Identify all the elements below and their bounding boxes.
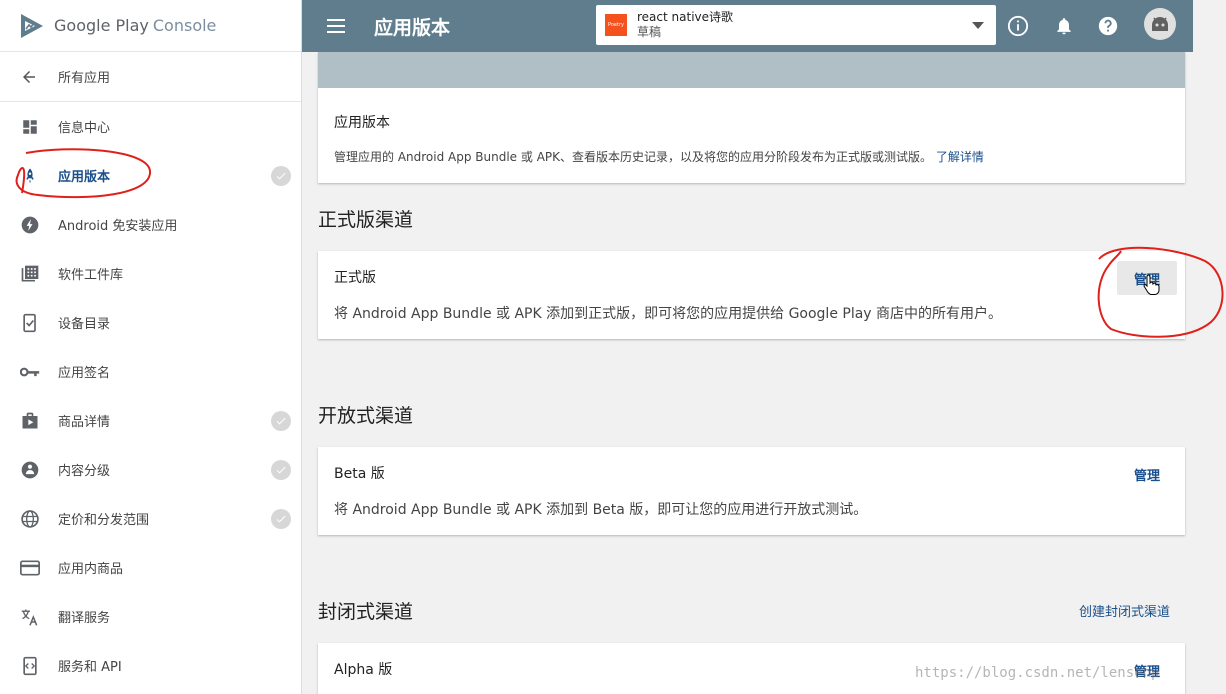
sidebar-item-label: 软件工件库	[58, 268, 124, 283]
sidebar-item-device-catalog[interactable]: 设备目录	[0, 298, 301, 347]
intro-description-text: 管理应用的 Android App Bundle 或 APK、查看版本历史记录，…	[334, 150, 933, 164]
production-track-card: 正式版 将 Android App Bundle 或 APK 添加到正式版，即可…	[318, 251, 1185, 339]
check-icon	[271, 165, 291, 186]
app-selector[interactable]: Poetry react native诗歌 草稿	[596, 5, 996, 45]
create-closed-track-link[interactable]: 创建封闭式渠道	[1079, 601, 1170, 620]
back-label: 所有应用	[58, 71, 111, 86]
sidebar-item-label: 商品详情	[58, 415, 111, 430]
translate-icon	[20, 607, 40, 627]
check-icon	[271, 459, 291, 480]
bolt-icon	[20, 215, 40, 235]
card-icon	[20, 558, 40, 578]
sidebar-item-label: 设备目录	[58, 317, 111, 332]
sidebar-item-label: 内容分级	[58, 464, 111, 479]
help-icon[interactable]	[1095, 13, 1121, 39]
brand-name: Google Play	[54, 16, 149, 35]
sidebar-item-label: 信息中心	[58, 121, 111, 136]
app-selector-text: react native诗歌 草稿	[637, 10, 733, 40]
sidebar-item-label: 应用内商品	[58, 562, 124, 577]
key-icon	[20, 362, 40, 382]
notifications-bell-icon[interactable]	[1051, 13, 1077, 39]
check-icon	[271, 508, 291, 529]
sidebar-item-pricing-distribution[interactable]: 定价和分发范围	[0, 494, 301, 543]
library-icon	[20, 264, 40, 284]
arrow-back-icon	[23, 70, 35, 83]
sidebar-item-in-app-products[interactable]: 应用内商品	[0, 543, 301, 592]
brand[interactable]: Google Play Console	[0, 0, 301, 52]
sidebar-item-label: 应用签名	[58, 366, 111, 381]
sidebar-item-label: 应用版本	[58, 170, 111, 185]
track-description: 将 Android App Bundle 或 APK 添加到正式版，即可将您的应…	[334, 306, 1003, 322]
rating-icon	[20, 460, 40, 480]
sidebar-item-instant-apps[interactable]: Android 免安装应用	[0, 200, 301, 249]
page-title: 应用版本	[374, 16, 451, 39]
brand-product: Console	[152, 16, 217, 35]
app-name: react native诗歌	[637, 10, 734, 24]
sidebar-nav: 信息中心 应用版本 Android 免安装应用 软件工件库 设备目录 应用签名 …	[0, 102, 301, 690]
app-icon: Poetry	[605, 14, 627, 36]
rocket-icon	[20, 166, 40, 186]
sidebar-item-label: 定价和分发范围	[58, 513, 150, 528]
app-state: 草稿	[637, 25, 662, 39]
manage-production-button[interactable]: 管理	[1117, 261, 1177, 295]
app-icon-text: Poetry	[608, 22, 624, 28]
track-name: 正式版	[334, 270, 376, 286]
dashboard-icon	[20, 117, 40, 137]
sidebar: Google Play Console 所有应用 信息中心 应用版本 Andro…	[0, 0, 302, 694]
sidebar-item-translation-service[interactable]: 翻译服务	[0, 592, 301, 641]
globe-icon	[20, 509, 40, 529]
sidebar-item-artifact-library[interactable]: 软件工件库	[0, 249, 301, 298]
learn-more-link[interactable]: 了解详情	[936, 150, 984, 164]
open-track-card: Beta 版 将 Android App Bundle 或 APK 添加到 Be…	[318, 447, 1185, 535]
chevron-down-icon[interactable]	[972, 22, 984, 29]
main-content: 应用版本 管理应用的 Android App Bundle 或 APK、查看版本…	[302, 52, 1193, 694]
sidebar-item-services-api[interactable]: 服务和 API	[0, 641, 301, 690]
sidebar-item-store-listing[interactable]: 商品详情	[0, 396, 301, 445]
back-to-all-apps[interactable]: 所有应用	[0, 52, 301, 102]
sidebar-item-label: Android 免安装应用	[58, 219, 178, 234]
info-icon[interactable]	[1005, 13, 1031, 39]
track-description: 将 Android App Bundle 或 APK 添加到 Beta 版，即可…	[334, 502, 868, 518]
sidebar-item-app-signing[interactable]: 应用签名	[0, 347, 301, 396]
intro-description: 管理应用的 Android App Bundle 或 APK、查看版本历史记录，…	[334, 148, 984, 165]
intro-title: 应用版本	[334, 115, 390, 131]
open-track-heading: 开放式渠道	[318, 405, 414, 427]
sidebar-item-content-rating[interactable]: 内容分级	[0, 445, 301, 494]
sidebar-item-label: 翻译服务	[58, 611, 111, 626]
google-play-logo-icon	[21, 13, 43, 38]
account-avatar[interactable]	[1144, 8, 1176, 40]
sidebar-item-label: 服务和 API	[58, 660, 122, 675]
production-track-heading: 正式版渠道	[318, 209, 414, 231]
manage-beta-button[interactable]: 管理	[1117, 457, 1177, 491]
top-app-bar: 应用版本 Poetry react native诗歌 草稿	[302, 0, 1193, 52]
sidebar-item-dashboard[interactable]: 信息中心	[0, 102, 301, 151]
track-name: Beta 版	[334, 466, 385, 482]
check-icon	[271, 410, 291, 431]
intro-banner	[318, 52, 1185, 88]
api-icon	[20, 656, 40, 676]
intro-card: 应用版本 管理应用的 Android App Bundle 或 APK、查看版本…	[318, 52, 1185, 183]
sidebar-item-app-releases[interactable]: 应用版本	[0, 151, 301, 200]
device-catalog-icon	[20, 313, 40, 333]
track-name: Alpha 版	[334, 662, 393, 678]
store-icon	[20, 411, 40, 431]
watermark: https://blog.csdn.net/lensenp	[915, 665, 1160, 681]
menu-icon[interactable]	[324, 14, 348, 38]
closed-track-heading: 封闭式渠道	[318, 601, 414, 623]
